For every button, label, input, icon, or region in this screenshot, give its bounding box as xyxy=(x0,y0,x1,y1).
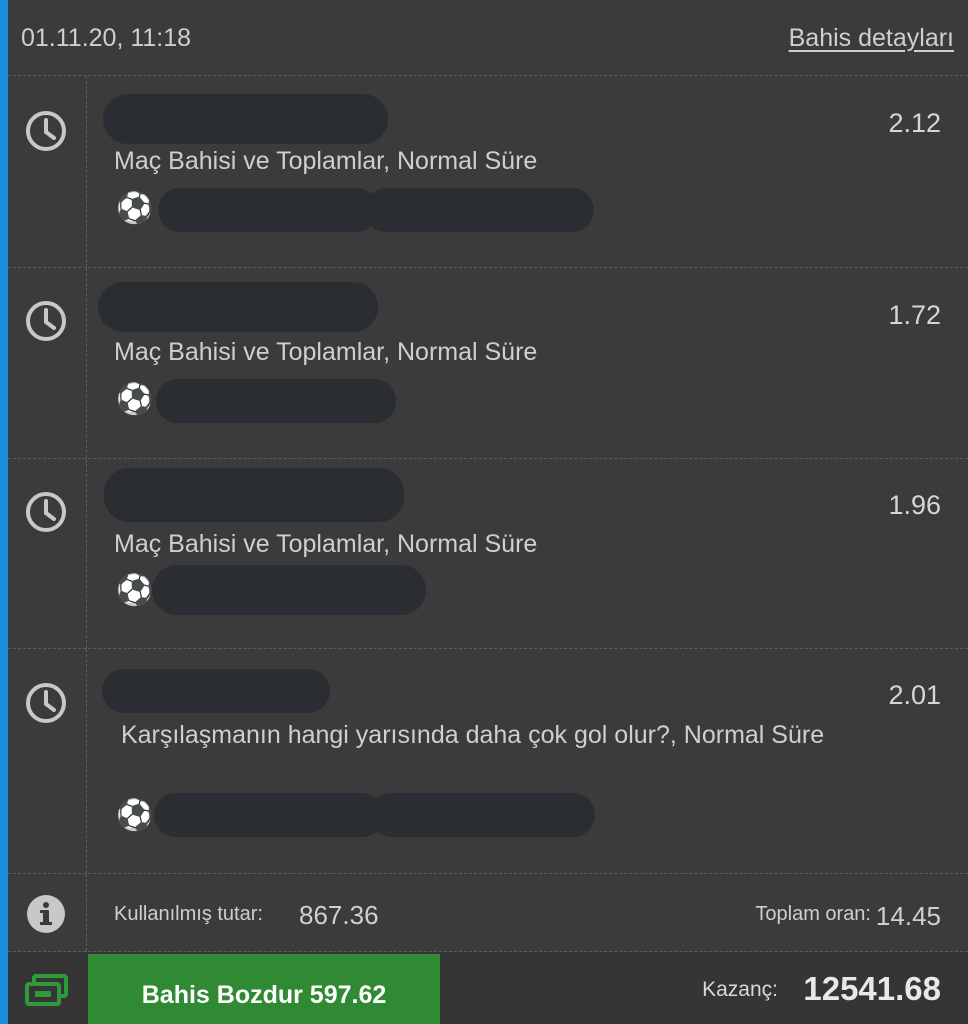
soccer-ball-icon: ⚽ xyxy=(116,383,154,416)
redacted-selection xyxy=(370,793,595,837)
stake-label: Kullanılmış tutar: xyxy=(114,903,263,925)
bet-market: Maç Bahisi ve Toplamlar, Normal Süre xyxy=(114,338,538,366)
clock-icon xyxy=(26,683,66,723)
redacted-event-name xyxy=(104,468,404,522)
clock-icon xyxy=(26,301,66,341)
bet-market: Maç Bahisi ve Toplamlar, Normal Süre xyxy=(114,147,538,175)
winnings-value: 12541.68 xyxy=(803,970,941,1007)
bet-header: 01.11.20, 11:18 Bahis detayları xyxy=(8,0,968,76)
total-odds-label: Toplam oran: xyxy=(755,903,871,925)
bet-odds: 1.72 xyxy=(888,300,941,330)
cashout-button[interactable]: Bahis Bozdur 597.62 xyxy=(88,954,440,1024)
redacted-event-name xyxy=(103,94,388,144)
status-column xyxy=(8,459,87,648)
accent-bar xyxy=(0,0,8,1024)
redacted-selection xyxy=(152,565,426,615)
bet-market: Maç Bahisi ve Toplamlar, Normal Süre xyxy=(114,530,538,558)
clock-icon xyxy=(26,111,66,151)
bet-selection: 2.12 Maç Bahisi ve Toplamlar, Normal Sür… xyxy=(8,76,968,268)
soccer-ball-icon: ⚽ xyxy=(116,192,154,225)
bet-details-link[interactable]: Bahis detayları xyxy=(789,24,954,53)
clock-icon xyxy=(26,492,66,532)
stake-value: 867.36 xyxy=(299,900,379,930)
redacted-event-name xyxy=(98,282,378,332)
bet-selection: 1.72 Maç Bahisi ve Toplamlar, Normal Sür… xyxy=(8,268,968,459)
summary-icon-column xyxy=(8,874,87,951)
soccer-ball-icon: ⚽ xyxy=(116,574,154,607)
bet-odds: 2.01 xyxy=(888,680,941,710)
info-icon[interactable] xyxy=(26,894,66,934)
soccer-ball-icon: ⚽ xyxy=(116,799,154,832)
winnings-label: Kazanç: xyxy=(702,978,778,1001)
bet-odds: 2.12 xyxy=(888,108,941,138)
bet-datetime: 01.11.20, 11:18 xyxy=(21,24,192,52)
bet-market: Karşılaşmanın hangi yarısında daha çok g… xyxy=(114,721,825,749)
bet-selection: 1.96 Maç Bahisi ve Toplamlar, Normal Sür… xyxy=(8,459,968,649)
redacted-selection xyxy=(156,379,396,423)
status-column xyxy=(8,76,87,267)
bet-odds: 1.96 xyxy=(888,490,941,520)
status-column xyxy=(8,268,87,458)
redacted-event-name xyxy=(102,669,330,713)
bet-footer: Bahis Bozdur 597.62 Kazanç: 12541.68 xyxy=(8,952,968,1024)
redacted-selection xyxy=(158,188,378,232)
cash-icon xyxy=(25,974,68,1006)
bet-summary: Kullanılmış tutar: 867.36 Toplam oran: 1… xyxy=(8,874,968,952)
redacted-selection xyxy=(364,188,594,232)
redacted-selection xyxy=(154,793,384,837)
total-odds-value: 14.45 xyxy=(875,901,941,931)
status-column xyxy=(8,649,87,873)
bet-selection: 2.01 Karşılaşmanın hangi yarısında daha … xyxy=(8,649,968,874)
